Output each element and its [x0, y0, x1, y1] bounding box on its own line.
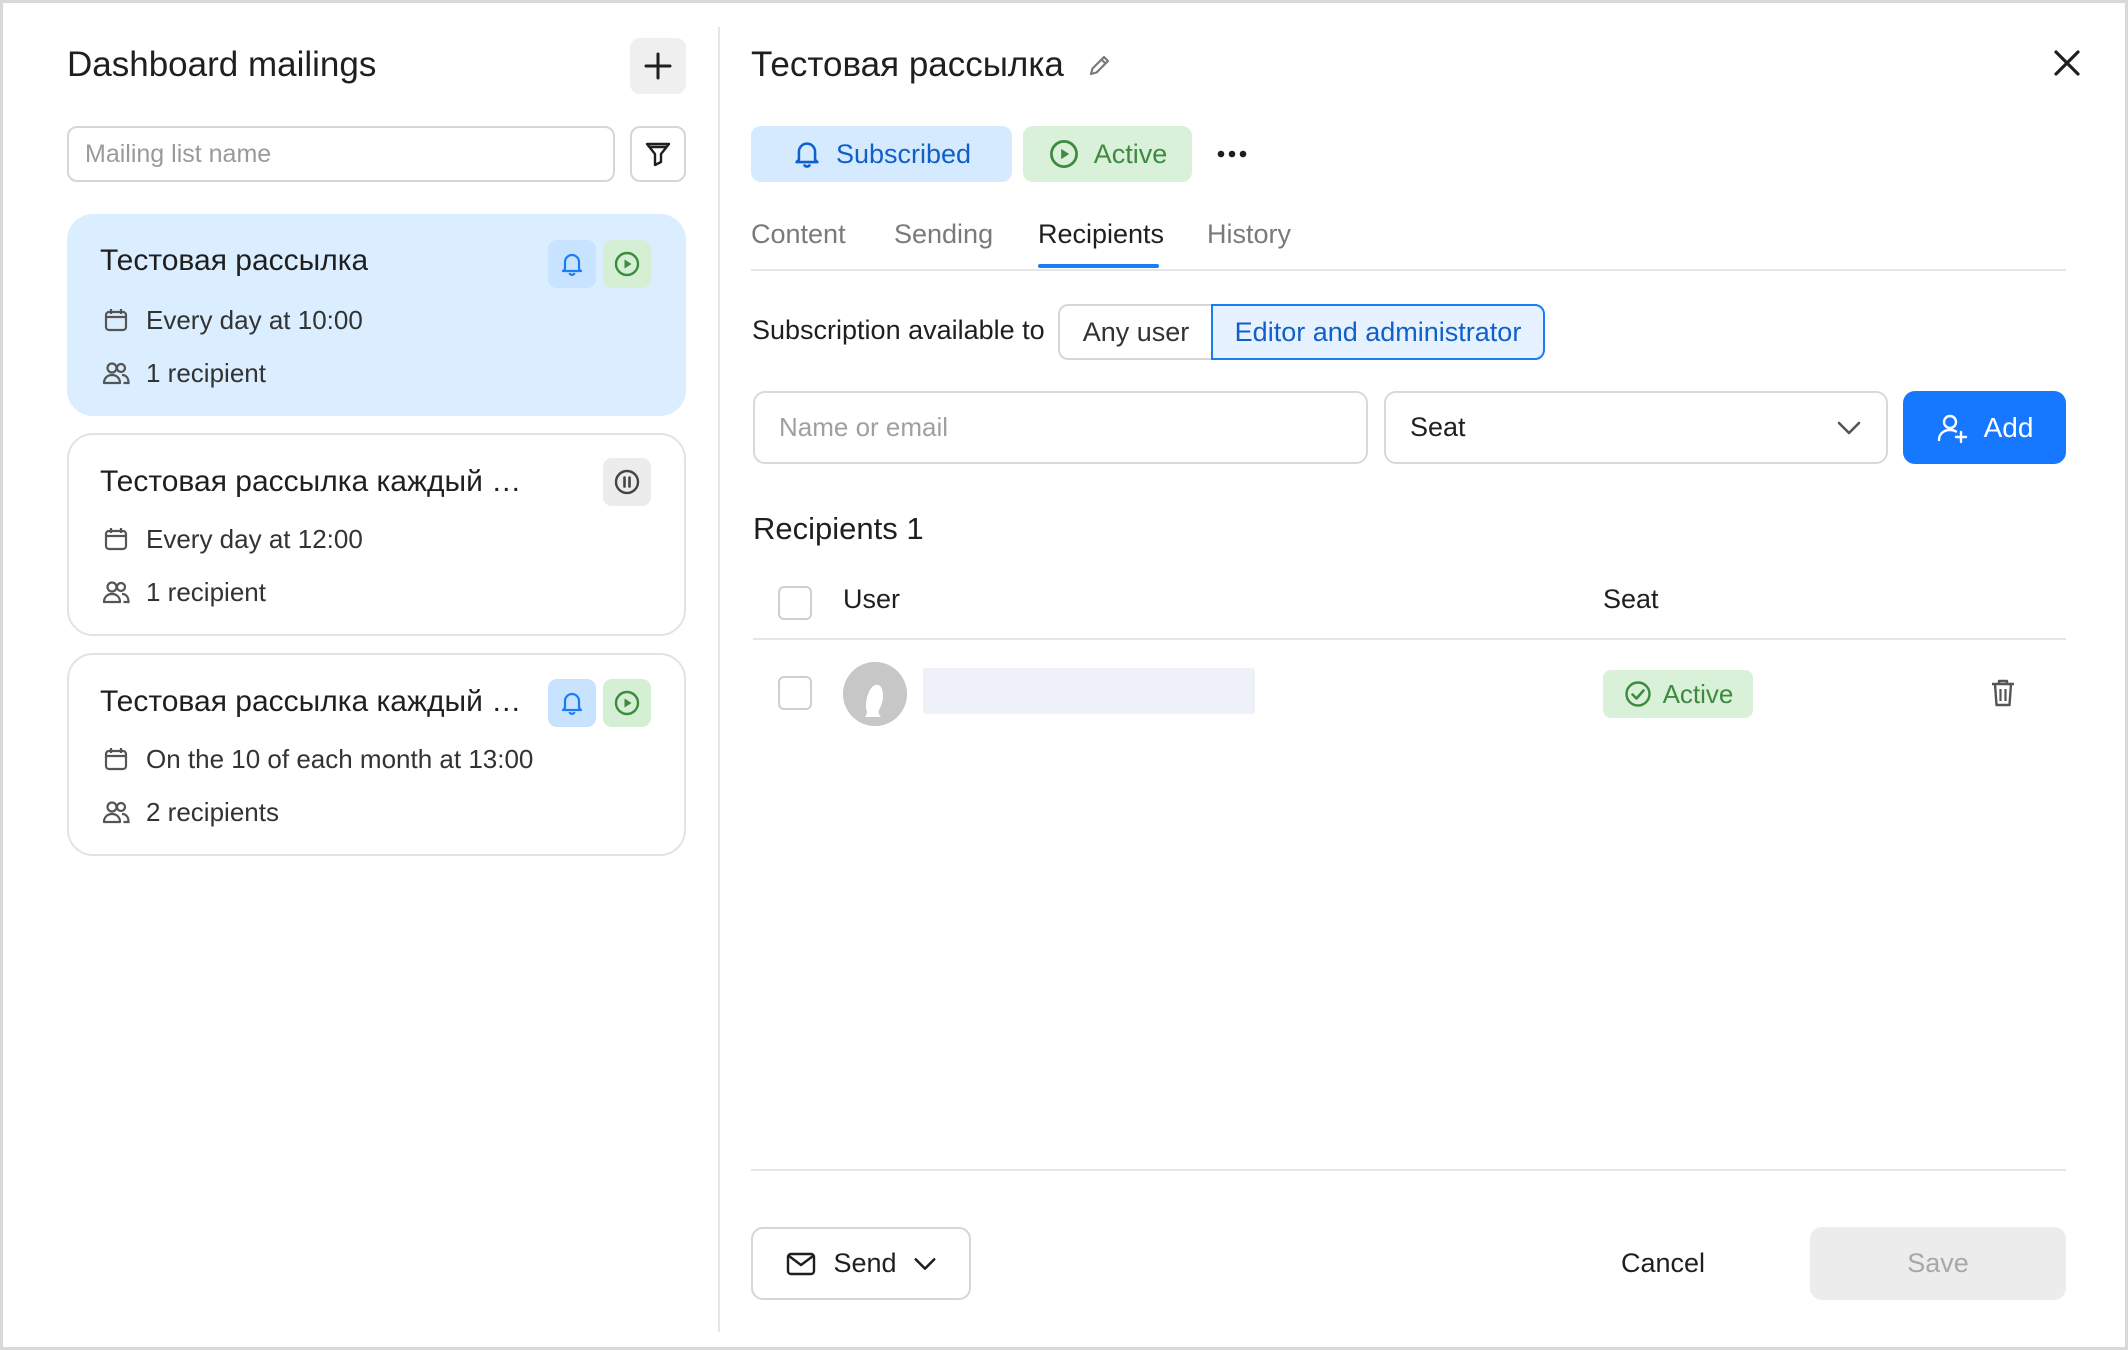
mailing-recipients: 1 recipient [100, 357, 266, 389]
subscribed-toggle[interactable]: Subscribed [751, 126, 1012, 182]
play-circle-icon [614, 690, 640, 716]
footer-divider [751, 1169, 2066, 1171]
send-button[interactable]: Send [751, 1227, 971, 1300]
subscription-label: Subscription available to [752, 315, 1045, 345]
active-label: Active [1093, 138, 1168, 169]
cancel-button[interactable]: Cancel [1603, 1243, 1723, 1283]
subscribed-badge [548, 679, 596, 727]
avatar [843, 662, 907, 726]
recipients-text: 1 recipient [146, 576, 266, 607]
mailing-card[interactable]: Тестовая рассылка Every day at 10:00 1 r… [67, 214, 686, 416]
play-circle-icon [1049, 140, 1078, 168]
status-label: Active [1662, 678, 1734, 709]
play-circle-icon [614, 251, 640, 277]
mailing-schedule: Every day at 12:00 [100, 523, 363, 555]
mailing-title: Тестовая рассылка каждый м... [100, 685, 530, 718]
add-label: Add [1983, 411, 2034, 443]
add-mailing-button[interactable] [630, 38, 686, 94]
filter-icon [645, 142, 671, 167]
add-user-icon [1937, 414, 1967, 443]
mailing-recipients: 2 recipients [100, 796, 279, 828]
tab-sending[interactable]: Sending [894, 219, 993, 250]
users-icon [100, 796, 132, 828]
paused-badge [603, 458, 651, 506]
mailing-card[interactable]: Тестовая рассылка каждый м... On the 10 … [67, 653, 686, 856]
calendar-icon [100, 523, 132, 555]
close-button[interactable] [2047, 43, 2087, 83]
mailing-recipients: 1 recipient [100, 576, 266, 608]
mailing-detail-header: Тестовая рассылка [751, 45, 1114, 85]
mailing-schedule: On the 10 of each month at 13:00 [100, 743, 533, 775]
plus-icon [644, 52, 672, 80]
mailing-detail-title: Тестовая рассылка [751, 45, 1064, 84]
bell-icon [795, 142, 819, 168]
row-checkbox[interactable] [778, 676, 812, 710]
sidebar-title: Dashboard mailings [67, 45, 377, 84]
seat-select-value: Seat [1410, 412, 1466, 442]
pencil-icon [1089, 55, 1109, 76]
recipients-text: 2 recipients [146, 796, 279, 827]
detail-tabs: Content Sending Recipients History [751, 211, 2066, 271]
subscribed-badge [548, 240, 596, 288]
check-circle-icon [1624, 681, 1651, 707]
chevron-down-icon [914, 1257, 936, 1270]
status-badge: Active [1603, 670, 1753, 718]
recipients-table-header: User Seat [753, 568, 2066, 640]
name-or-email-input[interactable] [753, 391, 1368, 464]
bell-icon [561, 253, 583, 276]
mailings-sidebar: Dashboard mailings Тестовая рассылка Eve… [3, 3, 719, 1350]
table-row: Active [753, 643, 2066, 743]
app-window: Dashboard mailings Тестовая рассылка Eve… [0, 0, 2128, 1350]
filter-button[interactable] [630, 126, 686, 182]
user-name-placeholder [923, 668, 1255, 714]
panel-divider [718, 27, 720, 1332]
save-button[interactable]: Save [1810, 1227, 2066, 1300]
users-icon [100, 357, 132, 389]
add-recipient-button[interactable]: Add [1903, 391, 2066, 464]
tab-history[interactable]: History [1207, 219, 1291, 250]
send-label: Send [833, 1248, 897, 1278]
schedule-text: Every day at 12:00 [146, 523, 363, 554]
more-options-button[interactable] [1208, 134, 1256, 174]
option-editor-administrator[interactable]: Editor and administrator [1211, 304, 1545, 360]
mailing-search-input[interactable] [67, 126, 615, 182]
edit-title-button[interactable] [1086, 51, 1114, 79]
bell-icon [561, 692, 583, 715]
schedule-text: On the 10 of each month at 13:00 [146, 743, 534, 774]
chevron-down-icon [1837, 421, 1861, 434]
option-any-user[interactable]: Any user [1058, 304, 1212, 360]
tab-content[interactable]: Content [751, 219, 846, 250]
mailing-title: Тестовая рассылка [100, 244, 369, 277]
more-horizontal-icon [1217, 150, 1247, 158]
trash-icon [1992, 679, 2014, 707]
select-all-checkbox[interactable] [778, 586, 812, 620]
user-silhouette-icon [843, 662, 907, 726]
envelope-icon [787, 1252, 816, 1275]
recipients-heading: Recipients 1 [753, 511, 924, 546]
active-badge [603, 240, 651, 288]
column-user: User [843, 584, 901, 614]
active-toggle[interactable]: Active [1023, 126, 1192, 182]
delete-recipient-button[interactable] [1985, 675, 2021, 711]
mailing-card[interactable]: Тестовая рассылка каждый день Every day … [67, 433, 686, 636]
subscribed-label: Subscribed [835, 138, 972, 169]
active-badge [603, 679, 651, 727]
seat-select[interactable]: Seat [1384, 391, 1888, 464]
calendar-icon [100, 304, 132, 336]
recipients-text: 1 recipient [146, 357, 266, 388]
column-seat: Seat [1603, 584, 1659, 614]
close-icon [2054, 50, 2080, 76]
active-tab-indicator [1038, 264, 1159, 268]
schedule-text: Every day at 10:00 [146, 304, 363, 335]
mailing-title: Тестовая рассылка каждый день [100, 465, 530, 498]
pause-circle-icon [614, 469, 640, 495]
users-icon [100, 576, 132, 608]
mailing-schedule: Every day at 10:00 [100, 304, 363, 336]
calendar-icon [100, 743, 132, 775]
tab-recipients[interactable]: Recipients [1038, 219, 1164, 250]
